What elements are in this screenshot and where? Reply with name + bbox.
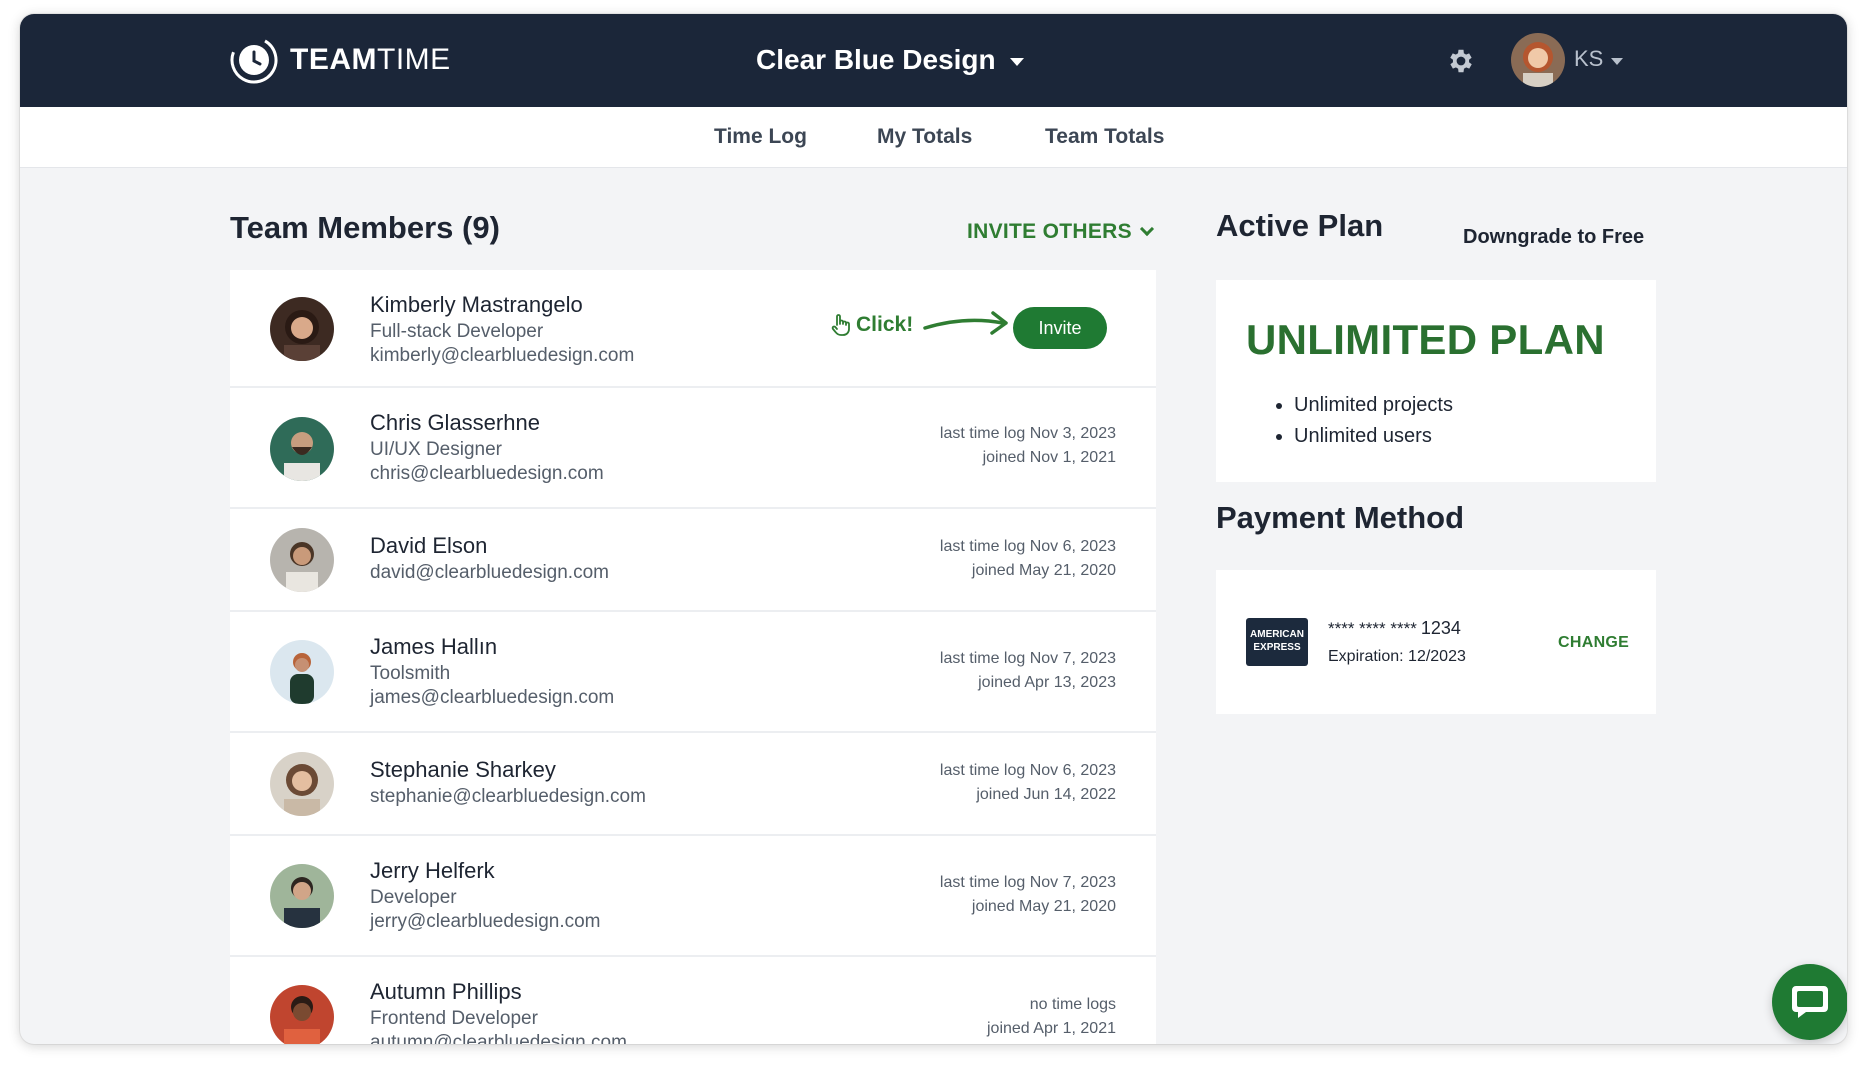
last-time-log: last time log Nov 3, 2023: [939, 425, 1116, 442]
tab-time-log[interactable]: Time Log: [714, 125, 807, 149]
member-role: Developer: [370, 887, 457, 908]
member-email: jerry@clearbluedesign.com: [370, 911, 601, 932]
member-role: Toolsmith: [370, 663, 451, 684]
joined-date: joined May 21, 2020: [971, 898, 1116, 915]
clock-logo-icon: [230, 36, 278, 84]
avatar: [270, 985, 334, 1044]
chevron-down-icon: [1139, 221, 1154, 237]
active-plan-title: Active Plan: [1216, 208, 1384, 243]
member-name: Jerry Helferk: [370, 858, 495, 883]
member-name: Chris Glasserhne: [370, 410, 540, 435]
avatar: [270, 640, 334, 704]
avatar: [270, 752, 334, 816]
sub-nav: Time Log My Totals Team Totals: [20, 107, 1847, 168]
last-time-log: last time log Nov 6, 2023: [939, 762, 1116, 779]
user-menu[interactable]: KS: [1574, 46, 1624, 72]
card-mask: **** **** ****: [1328, 619, 1417, 638]
payment-card: AMERICAN EXPRESS **** **** **** 1234 Expi…: [1216, 570, 1656, 714]
joined-date: joined Apr 13, 2023: [978, 674, 1116, 691]
team-members-title: Team Members (9): [230, 210, 500, 245]
arrow-right-icon: [923, 311, 1008, 335]
list-item[interactable]: James Hallın Toolsmith james@clearbluede…: [230, 612, 1156, 733]
hand-pointer-icon: [831, 314, 850, 336]
member-role: Frontend Developer: [370, 1008, 538, 1029]
avatar: [270, 417, 334, 481]
joined-date: joined May 21, 2020: [971, 562, 1116, 579]
app-window: TEAMTIME Clear Blue Design KS Time Log M…: [20, 14, 1847, 1044]
plan-feature: Unlimited users: [1294, 421, 1453, 452]
chat-bubble-icon: [1792, 986, 1828, 1018]
member-email: james@clearbluedesign.com: [370, 687, 615, 708]
top-bar: TEAMTIME Clear Blue Design KS: [20, 14, 1847, 107]
avatar: [270, 864, 334, 928]
member-name: James Hallın: [370, 634, 498, 659]
list-item[interactable]: Kimberly Mastrangelo Full-stack Develope…: [230, 270, 1156, 388]
joined-date: joined Nov 1, 2021: [982, 449, 1116, 466]
caret-down-icon: [1611, 57, 1624, 65]
card-number: **** **** **** 1234: [1328, 618, 1461, 639]
invite-others-button[interactable]: INVITE OTHERS: [967, 220, 1154, 244]
tab-team-totals[interactable]: Team Totals: [1045, 125, 1164, 149]
user-avatar[interactable]: [1511, 33, 1565, 87]
workspace-name: Clear Blue Design: [756, 44, 996, 75]
click-hint-label: Click!: [856, 313, 914, 336]
plan-feature: Unlimited projects: [1294, 390, 1453, 421]
member-role: UI/UX Designer: [370, 439, 502, 460]
chat-button[interactable]: [1772, 964, 1847, 1040]
member-name: Kimberly Mastrangelo: [370, 292, 583, 317]
member-name: David Elson: [370, 533, 488, 558]
member-role: Full-stack Developer: [370, 321, 544, 342]
plan-features: Unlimited projects Unlimited users: [1294, 390, 1453, 452]
caret-down-icon: [1009, 58, 1024, 66]
amex-card-icon: AMERICAN EXPRESS: [1246, 618, 1308, 666]
list-item[interactable]: Chris Glasserhne UI/UX Designer chris@cl…: [230, 388, 1156, 509]
member-email: stephanie@clearbluedesign.com: [370, 786, 646, 807]
invite-others-label: INVITE OTHERS: [967, 220, 1132, 243]
downgrade-link[interactable]: Downgrade to Free: [1463, 226, 1644, 249]
invite-button[interactable]: Invite: [1013, 307, 1107, 349]
change-payment-button[interactable]: CHANGE: [1558, 634, 1629, 652]
avatar: [270, 528, 334, 592]
member-email: autumn@clearbluedesign.com: [370, 1032, 627, 1044]
last-time-log: last time log Nov 7, 2023: [939, 874, 1116, 891]
member-name: Stephanie Sharkey: [370, 757, 556, 782]
gear-icon[interactable]: [1446, 46, 1476, 76]
last-time-log: last time log Nov 6, 2023: [939, 538, 1116, 555]
plan-card: UNLIMITED PLAN Unlimited projects Unlimi…: [1216, 280, 1656, 482]
list-item[interactable]: Jerry Helferk Developer jerry@clearblued…: [230, 836, 1156, 957]
avatar: [270, 297, 334, 361]
workspace-selector[interactable]: Clear Blue Design: [756, 44, 1024, 76]
team-members-list: Kimberly Mastrangelo Full-stack Develope…: [230, 270, 1156, 1044]
user-initials: KS: [1574, 46, 1604, 71]
payment-method-title: Payment Method: [1216, 500, 1465, 535]
list-item[interactable]: David Elson david@clearbluedesign.com la…: [230, 509, 1156, 612]
tab-my-totals[interactable]: My Totals: [877, 125, 972, 149]
card-expiration: Expiration: 12/2023: [1328, 648, 1466, 665]
member-email: david@clearbluedesign.com: [370, 562, 609, 583]
member-email: chris@clearbluedesign.com: [370, 463, 604, 484]
last-time-log: no time logs: [1029, 996, 1116, 1013]
card-brand: AMERICAN EXPRESS: [1250, 629, 1304, 653]
last-time-log: last time log Nov 7, 2023: [939, 650, 1116, 667]
click-hint: Click!: [830, 308, 1013, 342]
card-last4: 1234: [1420, 618, 1461, 638]
list-item[interactable]: Stephanie Sharkey stephanie@clearbluedes…: [230, 733, 1156, 836]
joined-date: joined Apr 1, 2021: [987, 1020, 1116, 1037]
logo[interactable]: TEAMTIME: [228, 34, 451, 86]
member-email: kimberly@clearbluedesign.com: [370, 345, 635, 366]
logo-text: TEAMTIME: [290, 43, 451, 76]
plan-name: UNLIMITED PLAN: [1246, 316, 1605, 363]
list-item[interactable]: Autumn Phillips Frontend Developer autum…: [230, 957, 1156, 1044]
joined-date: joined Jun 14, 2022: [976, 786, 1116, 803]
member-name: Autumn Phillips: [370, 979, 522, 1004]
